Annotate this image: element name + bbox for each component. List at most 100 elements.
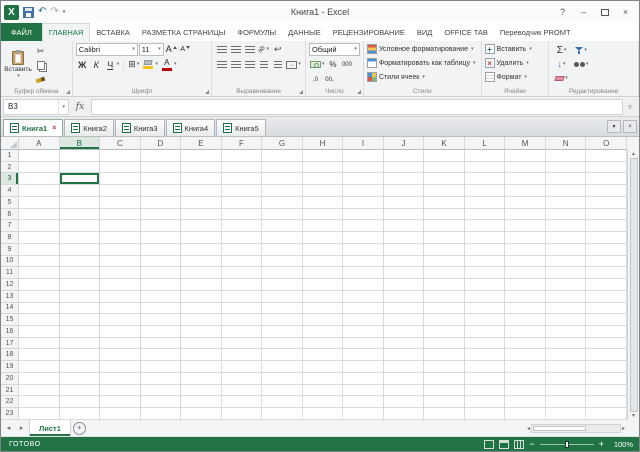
cell[interactable] bbox=[586, 279, 627, 291]
cell[interactable] bbox=[424, 373, 465, 385]
cell[interactable] bbox=[141, 185, 182, 197]
cell[interactable] bbox=[222, 373, 263, 385]
number-format-select[interactable]: Общий ▾ bbox=[309, 43, 360, 56]
cell[interactable] bbox=[19, 256, 60, 268]
cell[interactable] bbox=[222, 256, 263, 268]
cell[interactable] bbox=[465, 396, 506, 408]
cell[interactable] bbox=[262, 291, 303, 303]
row-header-18[interactable]: 18 bbox=[1, 349, 19, 361]
increase-decimal-button[interactable]: ,0 bbox=[309, 73, 322, 86]
cell[interactable] bbox=[343, 385, 384, 397]
cell[interactable] bbox=[384, 326, 425, 338]
cell[interactable] bbox=[222, 396, 263, 408]
cell[interactable] bbox=[384, 173, 425, 185]
conditional-formatting-button[interactable]: Условное форматирование ▾ bbox=[365, 42, 480, 56]
cell[interactable] bbox=[181, 314, 222, 326]
cell[interactable] bbox=[141, 279, 182, 291]
cell[interactable] bbox=[343, 232, 384, 244]
row-header-3[interactable]: 3 bbox=[1, 173, 19, 185]
cell[interactable] bbox=[505, 361, 546, 373]
align-top-button[interactable] bbox=[215, 43, 228, 56]
cell[interactable] bbox=[181, 326, 222, 338]
workbook-tab-3[interactable]: Книга3 bbox=[115, 119, 165, 136]
cell[interactable] bbox=[424, 244, 465, 256]
cell[interactable] bbox=[546, 279, 587, 291]
cell[interactable] bbox=[303, 349, 344, 361]
decrease-indent-button[interactable] bbox=[257, 58, 270, 71]
cell[interactable] bbox=[19, 303, 60, 315]
cell[interactable] bbox=[505, 303, 546, 315]
cell[interactable] bbox=[19, 173, 60, 185]
cell[interactable] bbox=[222, 314, 263, 326]
increase-indent-button[interactable] bbox=[271, 58, 284, 71]
format-as-table-button[interactable]: Форматировать как таблицу ▾ bbox=[365, 56, 480, 70]
cell[interactable] bbox=[60, 256, 101, 268]
align-left-button[interactable] bbox=[215, 58, 228, 71]
cell[interactable] bbox=[586, 185, 627, 197]
cell[interactable] bbox=[424, 162, 465, 174]
cell[interactable] bbox=[100, 185, 141, 197]
cell[interactable] bbox=[19, 338, 60, 350]
column-header-H[interactable]: H bbox=[303, 137, 344, 150]
cell[interactable] bbox=[19, 232, 60, 244]
minimize-button[interactable]: – bbox=[573, 4, 594, 21]
cell[interactable] bbox=[546, 173, 587, 185]
cell[interactable] bbox=[424, 338, 465, 350]
cell[interactable] bbox=[424, 220, 465, 232]
cell[interactable] bbox=[384, 220, 425, 232]
cell[interactable] bbox=[181, 361, 222, 373]
cell[interactable] bbox=[100, 338, 141, 350]
cell[interactable] bbox=[384, 279, 425, 291]
cell[interactable] bbox=[586, 244, 627, 256]
cell[interactable] bbox=[262, 267, 303, 279]
cell[interactable] bbox=[141, 385, 182, 397]
cell[interactable] bbox=[384, 209, 425, 221]
selected-cell[interactable] bbox=[60, 173, 101, 185]
cell[interactable] bbox=[586, 256, 627, 268]
horizontal-scrollbar-track[interactable] bbox=[531, 424, 621, 433]
cell[interactable] bbox=[505, 220, 546, 232]
cell[interactable] bbox=[19, 185, 60, 197]
delete-cells-button[interactable]: × Удалить ▾ bbox=[483, 56, 548, 70]
undo-icon[interactable]: ↶ bbox=[38, 7, 46, 17]
cell[interactable] bbox=[465, 373, 506, 385]
cell[interactable] bbox=[262, 408, 303, 420]
cell[interactable] bbox=[586, 303, 627, 315]
format-painter-button[interactable] bbox=[34, 73, 47, 86]
autosum-button[interactable]: Σ▾ bbox=[554, 44, 569, 57]
cell[interactable] bbox=[465, 385, 506, 397]
cell[interactable] bbox=[222, 338, 263, 350]
cell[interactable] bbox=[181, 162, 222, 174]
cell[interactable] bbox=[60, 150, 101, 162]
cell[interactable] bbox=[384, 373, 425, 385]
column-header-N[interactable]: N bbox=[546, 137, 587, 150]
row-header-4[interactable]: 4 bbox=[1, 185, 19, 197]
cell[interactable] bbox=[60, 279, 101, 291]
cell[interactable] bbox=[343, 185, 384, 197]
cell[interactable] bbox=[100, 396, 141, 408]
cell[interactable] bbox=[505, 173, 546, 185]
cell[interactable] bbox=[465, 279, 506, 291]
cell[interactable] bbox=[181, 244, 222, 256]
cell[interactable] bbox=[141, 173, 182, 185]
cell[interactable] bbox=[586, 326, 627, 338]
column-header-I[interactable]: I bbox=[343, 137, 384, 150]
cell[interactable] bbox=[100, 361, 141, 373]
cell[interactable] bbox=[262, 279, 303, 291]
cell[interactable] bbox=[465, 256, 506, 268]
scroll-left-icon[interactable]: ◂ bbox=[527, 425, 530, 432]
cell[interactable] bbox=[100, 220, 141, 232]
cell[interactable] bbox=[384, 197, 425, 209]
cell[interactable] bbox=[19, 291, 60, 303]
cell[interactable] bbox=[586, 173, 627, 185]
ribbon-tab-page-layout[interactable]: РАЗМЕТКА СТРАНИЦЫ bbox=[136, 23, 231, 41]
cell[interactable] bbox=[19, 385, 60, 397]
workbook-tabs-close-icon[interactable]: × bbox=[623, 120, 637, 133]
cell[interactable] bbox=[100, 150, 141, 162]
cell[interactable] bbox=[181, 349, 222, 361]
font-dialog-launcher-icon[interactable] bbox=[205, 90, 209, 94]
cell[interactable] bbox=[505, 349, 546, 361]
cell[interactable] bbox=[262, 197, 303, 209]
cell[interactable] bbox=[343, 326, 384, 338]
cell[interactable] bbox=[100, 162, 141, 174]
